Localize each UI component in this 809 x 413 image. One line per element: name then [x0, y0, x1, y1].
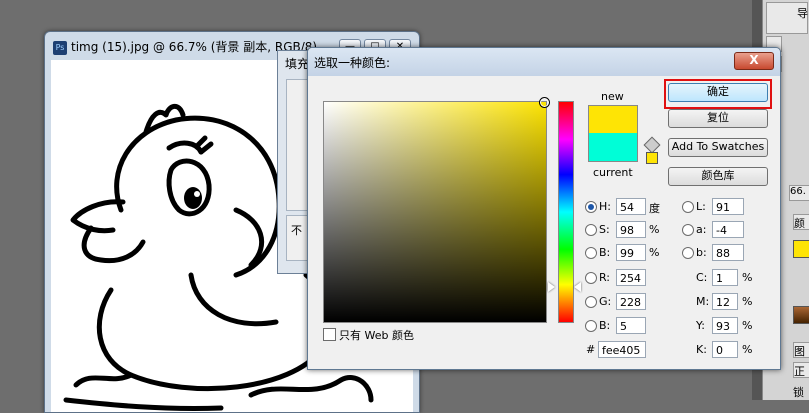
- navigator-tab-label: 导: [797, 7, 808, 20]
- a-label: a:: [696, 223, 707, 236]
- lab-b-field[interactable]: 88: [712, 244, 744, 261]
- color-tab-label: 颜: [794, 217, 805, 230]
- foreground-color-swatch[interactable]: [793, 240, 809, 258]
- r-field[interactable]: 254: [616, 269, 646, 286]
- radio-lab-b[interactable]: [682, 247, 694, 259]
- layers-tab-label: 图: [794, 345, 805, 358]
- navigator-panel-tab[interactable]: 导: [766, 2, 808, 34]
- current-color-label: current: [593, 166, 633, 179]
- lab-b-label: b:: [696, 246, 707, 259]
- brightness-label: B:: [599, 246, 611, 259]
- m-label: M:: [696, 295, 710, 308]
- radio-brightness[interactable]: [585, 247, 597, 259]
- color-picker-titlebar[interactable]: 选取一种颜色: X: [308, 48, 780, 76]
- new-color-label: new: [601, 90, 624, 103]
- blue-field[interactable]: 5: [616, 317, 646, 334]
- web-safe-color-swatch[interactable]: [646, 152, 658, 164]
- zoom-value: 66.: [790, 186, 806, 197]
- s-label: S:: [599, 223, 610, 236]
- ps-icon: Ps: [53, 40, 67, 55]
- saturation-brightness-field[interactable]: [323, 97, 550, 323]
- color-picker-body: new current 确定 复位 Add To Swatches 颜色库 H:…: [312, 76, 776, 365]
- reset-button[interactable]: 复位: [668, 109, 768, 128]
- close-icon[interactable]: X: [734, 52, 774, 70]
- fill-dialog-clipped-text: 不: [291, 224, 302, 237]
- g-label: G:: [599, 295, 612, 308]
- radio-l[interactable]: [682, 201, 694, 213]
- fill-dialog-title: 填充: [285, 57, 310, 71]
- h-field[interactable]: 54: [616, 198, 646, 215]
- l-label: L:: [696, 200, 706, 213]
- h-unit: 度: [649, 202, 660, 215]
- h-label: H:: [599, 200, 611, 213]
- r-label: R:: [599, 271, 611, 284]
- y-label: Y:: [696, 319, 705, 332]
- hue-slider-right-arrow-icon[interactable]: [574, 282, 581, 292]
- k-field[interactable]: 0: [712, 341, 738, 358]
- radio-blue[interactable]: [585, 320, 597, 332]
- new-color-swatch: [588, 105, 638, 134]
- radio-s[interactable]: [585, 224, 597, 236]
- c-field[interactable]: 1: [712, 269, 738, 286]
- web-colors-only-label: 只有 Web 颜色: [339, 329, 414, 342]
- blend-mode-dropdown[interactable]: 正: [793, 362, 809, 378]
- s-unit: %: [649, 223, 660, 236]
- hue-slider[interactable]: [558, 101, 574, 323]
- current-color-swatch[interactable]: [588, 133, 638, 162]
- radio-a[interactable]: [682, 224, 694, 236]
- c-label: C:: [696, 271, 708, 284]
- web-safe-warning-icon[interactable]: [643, 136, 661, 154]
- color-picker-dialog: 选取一种颜色: X new current 确定 复位 Add To Swatc…: [307, 47, 781, 370]
- web-colors-only-checkbox[interactable]: [323, 328, 336, 341]
- c-unit: %: [742, 271, 753, 284]
- y-unit: %: [742, 319, 753, 332]
- lock-label: 锁: [793, 386, 804, 399]
- color-picker-title: 选取一种颜色:: [314, 56, 391, 70]
- zoom-value-field[interactable]: 66.: [789, 185, 809, 201]
- m-unit: %: [742, 295, 753, 308]
- radio-r[interactable]: [585, 272, 597, 284]
- blend-mode-value: 正: [794, 365, 805, 378]
- s-field[interactable]: 98: [616, 221, 646, 238]
- k-unit: %: [742, 343, 753, 356]
- hue-slider-left-arrow-icon[interactable]: [548, 282, 555, 292]
- k-label: K:: [696, 343, 707, 356]
- y-field[interactable]: 93: [712, 317, 738, 334]
- brightness-field[interactable]: 99: [616, 244, 646, 261]
- radio-h[interactable]: [585, 201, 597, 213]
- ok-button[interactable]: 确定: [668, 83, 768, 102]
- color-panel-tab[interactable]: 颜: [793, 214, 809, 230]
- add-to-swatches-button[interactable]: Add To Swatches: [668, 138, 768, 157]
- m-field[interactable]: 12: [712, 293, 738, 310]
- color-ramp[interactable]: [793, 306, 809, 324]
- a-field[interactable]: -4: [712, 221, 744, 238]
- l-field[interactable]: 91: [712, 198, 744, 215]
- hex-label: #: [586, 343, 596, 356]
- layers-panel-tab[interactable]: 图: [793, 342, 809, 358]
- g-field[interactable]: 228: [616, 293, 646, 310]
- blue-label: B:: [599, 319, 611, 332]
- radio-g[interactable]: [585, 296, 597, 308]
- color-field-marker[interactable]: [539, 97, 550, 108]
- hex-field[interactable]: fee405: [598, 341, 646, 358]
- color-libraries-button[interactable]: 颜色库: [668, 167, 768, 186]
- brightness-unit: %: [649, 246, 660, 259]
